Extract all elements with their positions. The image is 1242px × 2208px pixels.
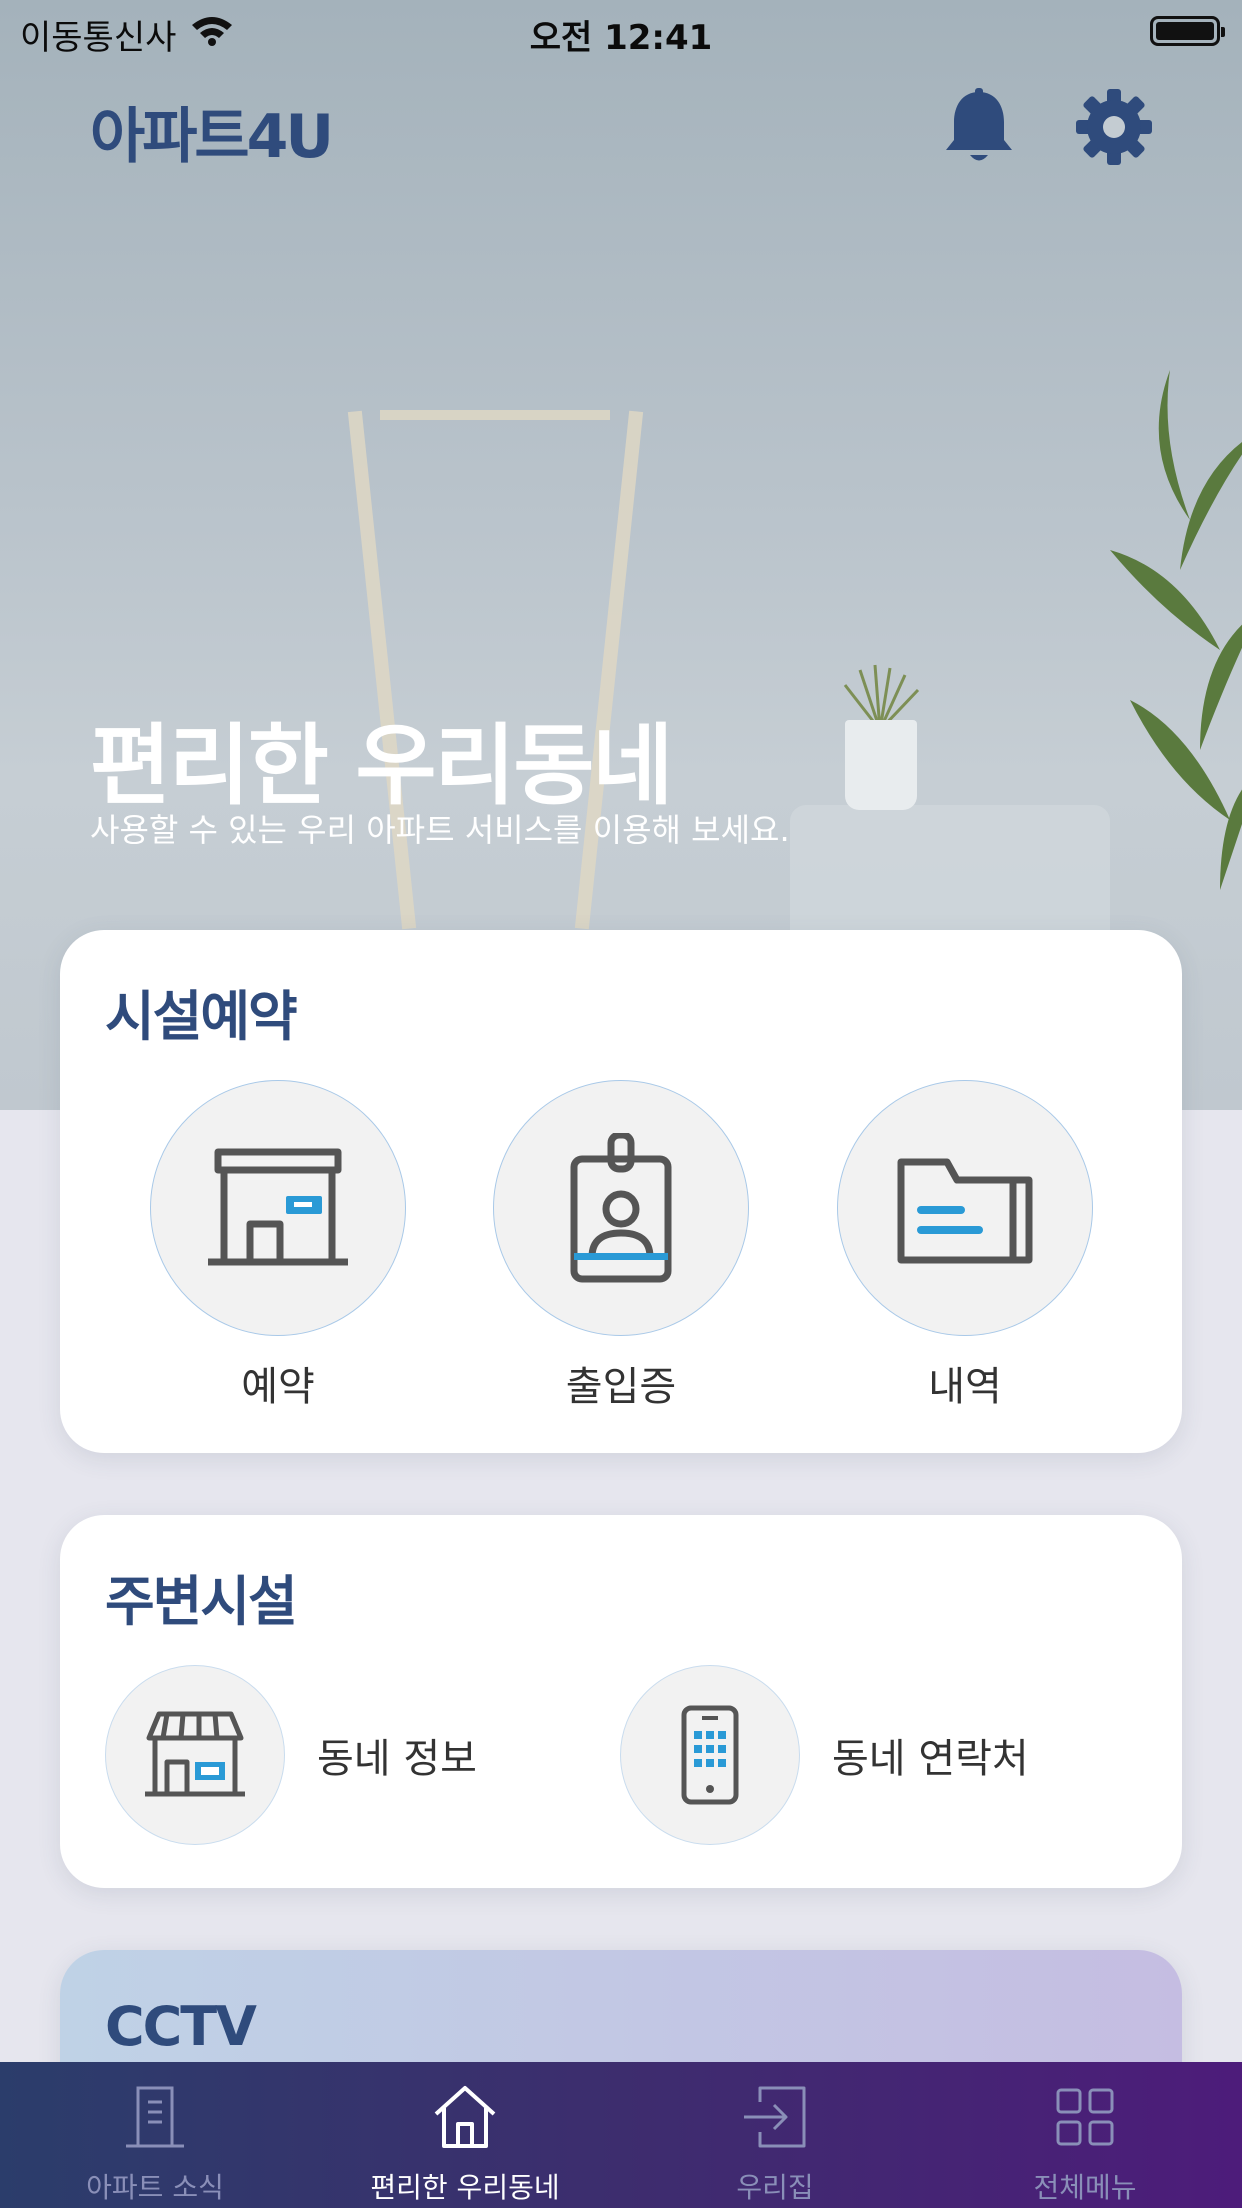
access-pass-circle[interactable] [493,1080,749,1336]
access-pass-label: 출입증 [565,1364,677,1410]
tab-all-menu[interactable]: 전체메뉴 [930,2062,1240,2208]
hero-decor [845,720,917,810]
section-title: CCTV [105,1995,257,2058]
section-title: 시설예약 [105,985,298,1048]
reserve-circle[interactable] [150,1080,406,1336]
enter-icon [744,2086,806,2148]
clock: 오전 12:41 [529,18,713,58]
tab-label: 우리집 [736,2171,814,2204]
neighborhood-info-button[interactable]: 동네 정보 [105,1665,477,1845]
id-badge-icon [570,1133,672,1283]
battery-icon [1150,16,1225,46]
reserve-button[interactable]: 예약 [150,1080,406,1412]
tab-label: 전체메뉴 [1033,2171,1137,2204]
tab-apartment-news[interactable]: 아파트 소식 [0,2062,310,2208]
neighborhood-contacts-button[interactable]: 동네 연락처 [620,1665,1029,1845]
history-label: 내역 [928,1364,1002,1410]
tab-convenient-neighborhood[interactable]: 편리한 우리동네 [310,2062,620,2208]
hero-subtitle: 사용할 수 있는 우리 아파트 서비스를 이용해 보세요. [90,811,790,849]
facility-booking-card: 시설예약 예약 출입증 내역 [60,930,1182,1453]
neighborhood-info-circle[interactable] [105,1665,285,1845]
section-title: 주변시설 [105,1570,298,1633]
grid-icon [1056,2088,1114,2146]
history-button[interactable]: 내역 [837,1080,1093,1412]
phone-icon [681,1705,739,1805]
gear-icon[interactable] [1075,88,1153,166]
folder-icon [897,1158,1033,1264]
status-bar: 이동통신사 오전 12:41 [0,0,1242,60]
hero-decor [380,410,610,420]
reserve-label: 예약 [241,1364,315,1410]
bottom-tab-bar: 아파트 소식 편리한 우리동네 우리집 전체메뉴 [0,2062,1242,2208]
tab-my-home[interactable]: 우리집 [620,2062,930,2208]
hero-decor [574,410,644,930]
nearby-facilities-card: 주변시설 동네 정보 동네 연락처 [60,1515,1182,1888]
history-circle[interactable] [837,1080,1093,1336]
store-icon [145,1711,245,1797]
apartment-icon [126,2086,184,2148]
home-icon [434,2086,496,2148]
access-pass-button[interactable]: 출입증 [493,1080,749,1412]
neighborhood-info-label: 동네 정보 [317,1736,477,1782]
plant-decor [1110,370,1242,890]
building-icon [208,1148,348,1265]
tab-label: 편리한 우리동네 [370,2171,560,2204]
neighborhood-contacts-circle[interactable] [620,1665,800,1845]
tab-label: 아파트 소식 [86,2171,224,2204]
bell-icon[interactable] [942,88,1016,168]
neighborhood-contacts-label: 동네 연락처 [832,1736,1029,1782]
app-logo[interactable]: 아파트4U [90,88,334,175]
hero-decor [347,410,417,930]
hero-title: 편리한 우리동네 [90,714,673,817]
